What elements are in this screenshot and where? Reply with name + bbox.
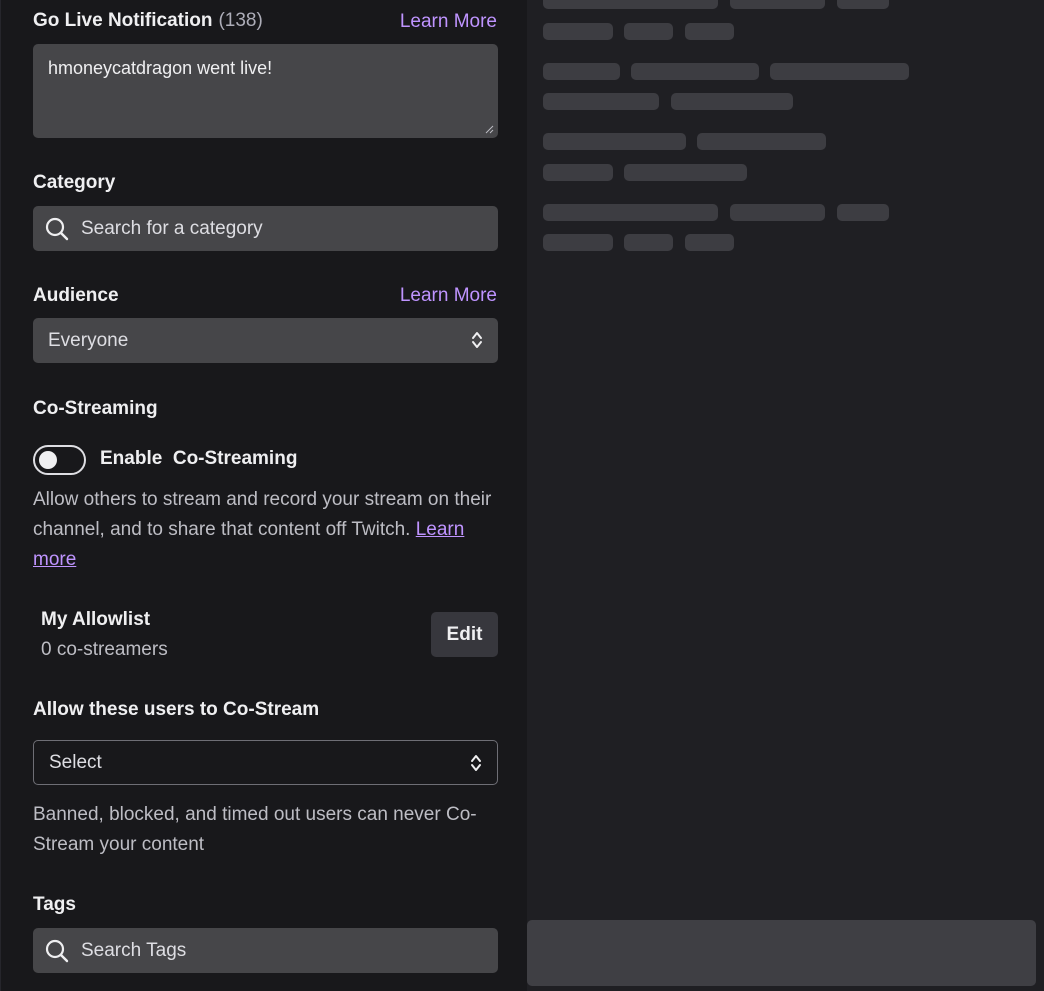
skeleton-bar xyxy=(543,234,613,251)
search-icon xyxy=(33,938,81,964)
enable-co-streaming-toggle[interactable] xyxy=(33,445,86,475)
allow-users-label: Allow these users to Co-Stream xyxy=(33,699,320,720)
audience-selected-value: Everyone xyxy=(48,329,129,351)
skeleton-bar xyxy=(631,63,759,80)
skeleton-bar xyxy=(685,23,734,40)
category-search-input[interactable]: Search for a category xyxy=(33,206,498,251)
allow-users-selected-value: Select xyxy=(49,751,102,773)
skeleton-bar xyxy=(624,234,673,251)
category-label: Category xyxy=(33,172,116,193)
audience-select[interactable]: Everyone xyxy=(33,318,498,363)
tags-search-placeholder: Search Tags xyxy=(81,939,187,961)
allowlist-title: My Allowlist xyxy=(41,609,151,630)
audience-learn-more-link[interactable]: Learn More xyxy=(400,285,497,307)
skeleton-bar xyxy=(543,93,659,110)
skeleton-bar xyxy=(543,164,613,181)
skeleton-bar xyxy=(543,23,613,40)
skeleton-bar xyxy=(624,164,747,181)
skeleton-bar xyxy=(730,0,825,9)
character-count: (138) xyxy=(218,10,263,31)
go-live-notification-value: hmoneycatdragon went live! xyxy=(48,58,273,78)
tags-label: Tags xyxy=(33,894,76,915)
toggle-knob xyxy=(39,451,57,469)
co-streaming-label: Co-Streaming xyxy=(33,398,158,419)
allow-users-select[interactable]: Select xyxy=(33,740,498,785)
skeleton-bar xyxy=(543,133,686,150)
skeleton-bar xyxy=(671,93,793,110)
skeleton-bar xyxy=(770,63,909,80)
go-live-learn-more-link[interactable]: Learn More xyxy=(400,11,497,33)
category-search-placeholder: Search for a category xyxy=(81,217,263,239)
skeleton-bar xyxy=(685,234,734,251)
go-live-notification-title: Go Live Notification xyxy=(33,10,213,31)
skeleton-block xyxy=(527,920,1036,986)
go-live-notification-textarea[interactable]: hmoneycatdragon went live! xyxy=(33,44,498,138)
skeleton-bar xyxy=(697,133,826,150)
enable-co-streaming-label: Enable Co-Streaming xyxy=(100,448,298,469)
stream-settings-panel: Go Live Notification (138) Learn More hmo… xyxy=(0,0,527,991)
up-down-chevron-icon xyxy=(471,755,481,771)
tags-search-input[interactable]: Search Tags xyxy=(33,928,498,973)
skeleton-bar xyxy=(837,0,889,9)
go-live-notification-label: Go Live Notification (138) xyxy=(33,10,263,32)
co-streaming-help-text: Allow others to stream and record your s… xyxy=(33,485,503,575)
search-icon xyxy=(33,216,81,242)
skeleton-bar xyxy=(543,204,718,221)
skeleton-bar xyxy=(837,204,889,221)
allow-users-help-text: Banned, blocked, and timed out users can… xyxy=(33,804,477,855)
allowlist-count: 0 co-streamers xyxy=(41,639,168,660)
audience-label: Audience xyxy=(33,285,119,306)
allowlist-edit-button[interactable]: Edit xyxy=(431,612,498,657)
up-down-chevron-icon xyxy=(472,332,482,348)
skeleton-bar xyxy=(730,204,825,221)
skeleton-bar xyxy=(624,23,673,40)
resize-grip-icon[interactable] xyxy=(484,124,494,134)
skeleton-bar xyxy=(543,0,718,9)
skeleton-bar xyxy=(543,63,620,80)
